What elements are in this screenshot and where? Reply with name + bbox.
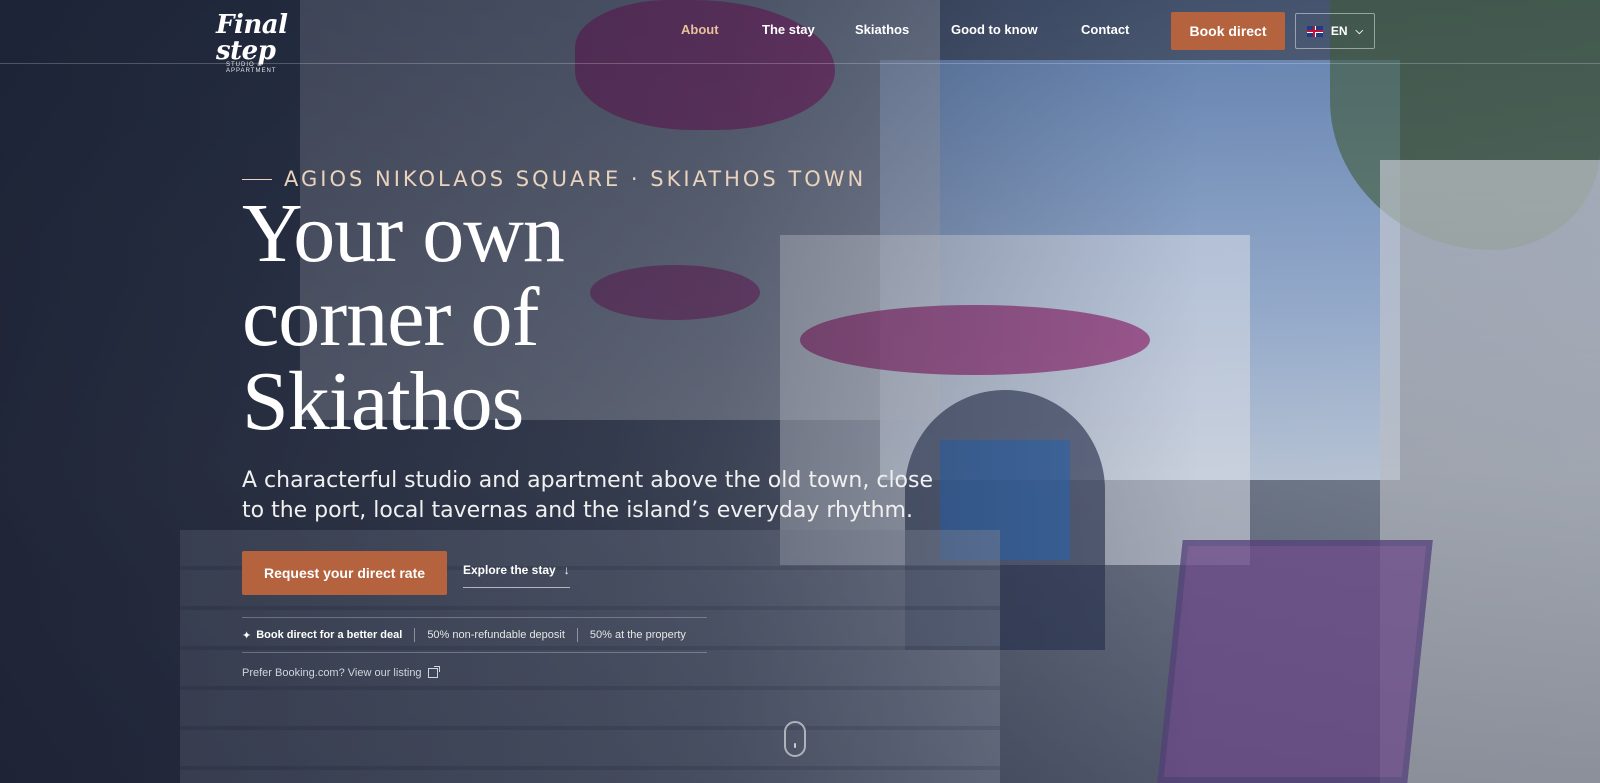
book-direct-button[interactable]: Book direct: [1171, 12, 1285, 50]
nav-the-stay[interactable]: The stay: [762, 22, 815, 37]
trust-text: Book direct for a better deal: [256, 629, 403, 641]
nav-good-to-know[interactable]: Good to know: [951, 22, 1038, 37]
trust-item-book-direct: ✦ Book direct for a better deal: [242, 628, 414, 642]
hero-headline: Your own corner of Skiathos: [242, 192, 862, 444]
logo-text: Final step: [216, 10, 288, 66]
eyebrow-divider: [242, 178, 272, 180]
nav-contact[interactable]: Contact: [1081, 22, 1129, 37]
language-code: EN: [1330, 24, 1348, 38]
trust-bar: ✦ Book direct for a better deal 50% non-…: [242, 617, 707, 653]
language-selector[interactable]: EN ⌵: [1295, 13, 1375, 49]
nav-about[interactable]: About: [681, 22, 719, 37]
headline-line-1: Your own: [242, 187, 565, 280]
chevron-down-icon: ⌵: [1355, 25, 1364, 37]
request-rate-button[interactable]: Request your direct rate: [242, 551, 447, 595]
explore-stay-label: Explore the stay: [463, 563, 556, 577]
booking-com-link[interactable]: Prefer Booking.com? View our listing: [242, 666, 440, 679]
hero-section: Final step STUDIO & APPARTMENT About The…: [0, 0, 1600, 783]
site-logo[interactable]: Final step STUDIO & APPARTMENT: [216, 12, 308, 74]
arrow-down-icon: ↓: [563, 563, 570, 577]
trust-text: 50% non-refundable deposit: [427, 629, 565, 641]
trust-item-pay-at-property: 50% at the property: [576, 628, 698, 642]
trust-text: 50% at the property: [589, 629, 686, 641]
headline-line-2: corner of: [242, 271, 539, 364]
explore-stay-link[interactable]: Explore the stay ↓: [463, 563, 570, 588]
hero-subtitle: A characterful studio and apartment abov…: [242, 468, 934, 523]
trust-item-deposit: 50% non-refundable deposit: [414, 628, 577, 642]
nav-skiathos[interactable]: Skiathos: [855, 22, 909, 37]
booking-link-label: Prefer Booking.com? View our listing: [242, 667, 422, 679]
scroll-indicator[interactable]: [784, 721, 806, 757]
uk-flag-icon: [1306, 25, 1323, 37]
site-header: Final step STUDIO & APPARTMENT About The…: [0, 0, 1600, 74]
external-link-icon: [427, 666, 440, 678]
headline-line-3: Skiathos: [242, 355, 524, 448]
sparkle-icon: ✦: [242, 629, 252, 642]
scroll-dot-icon: [794, 743, 796, 748]
